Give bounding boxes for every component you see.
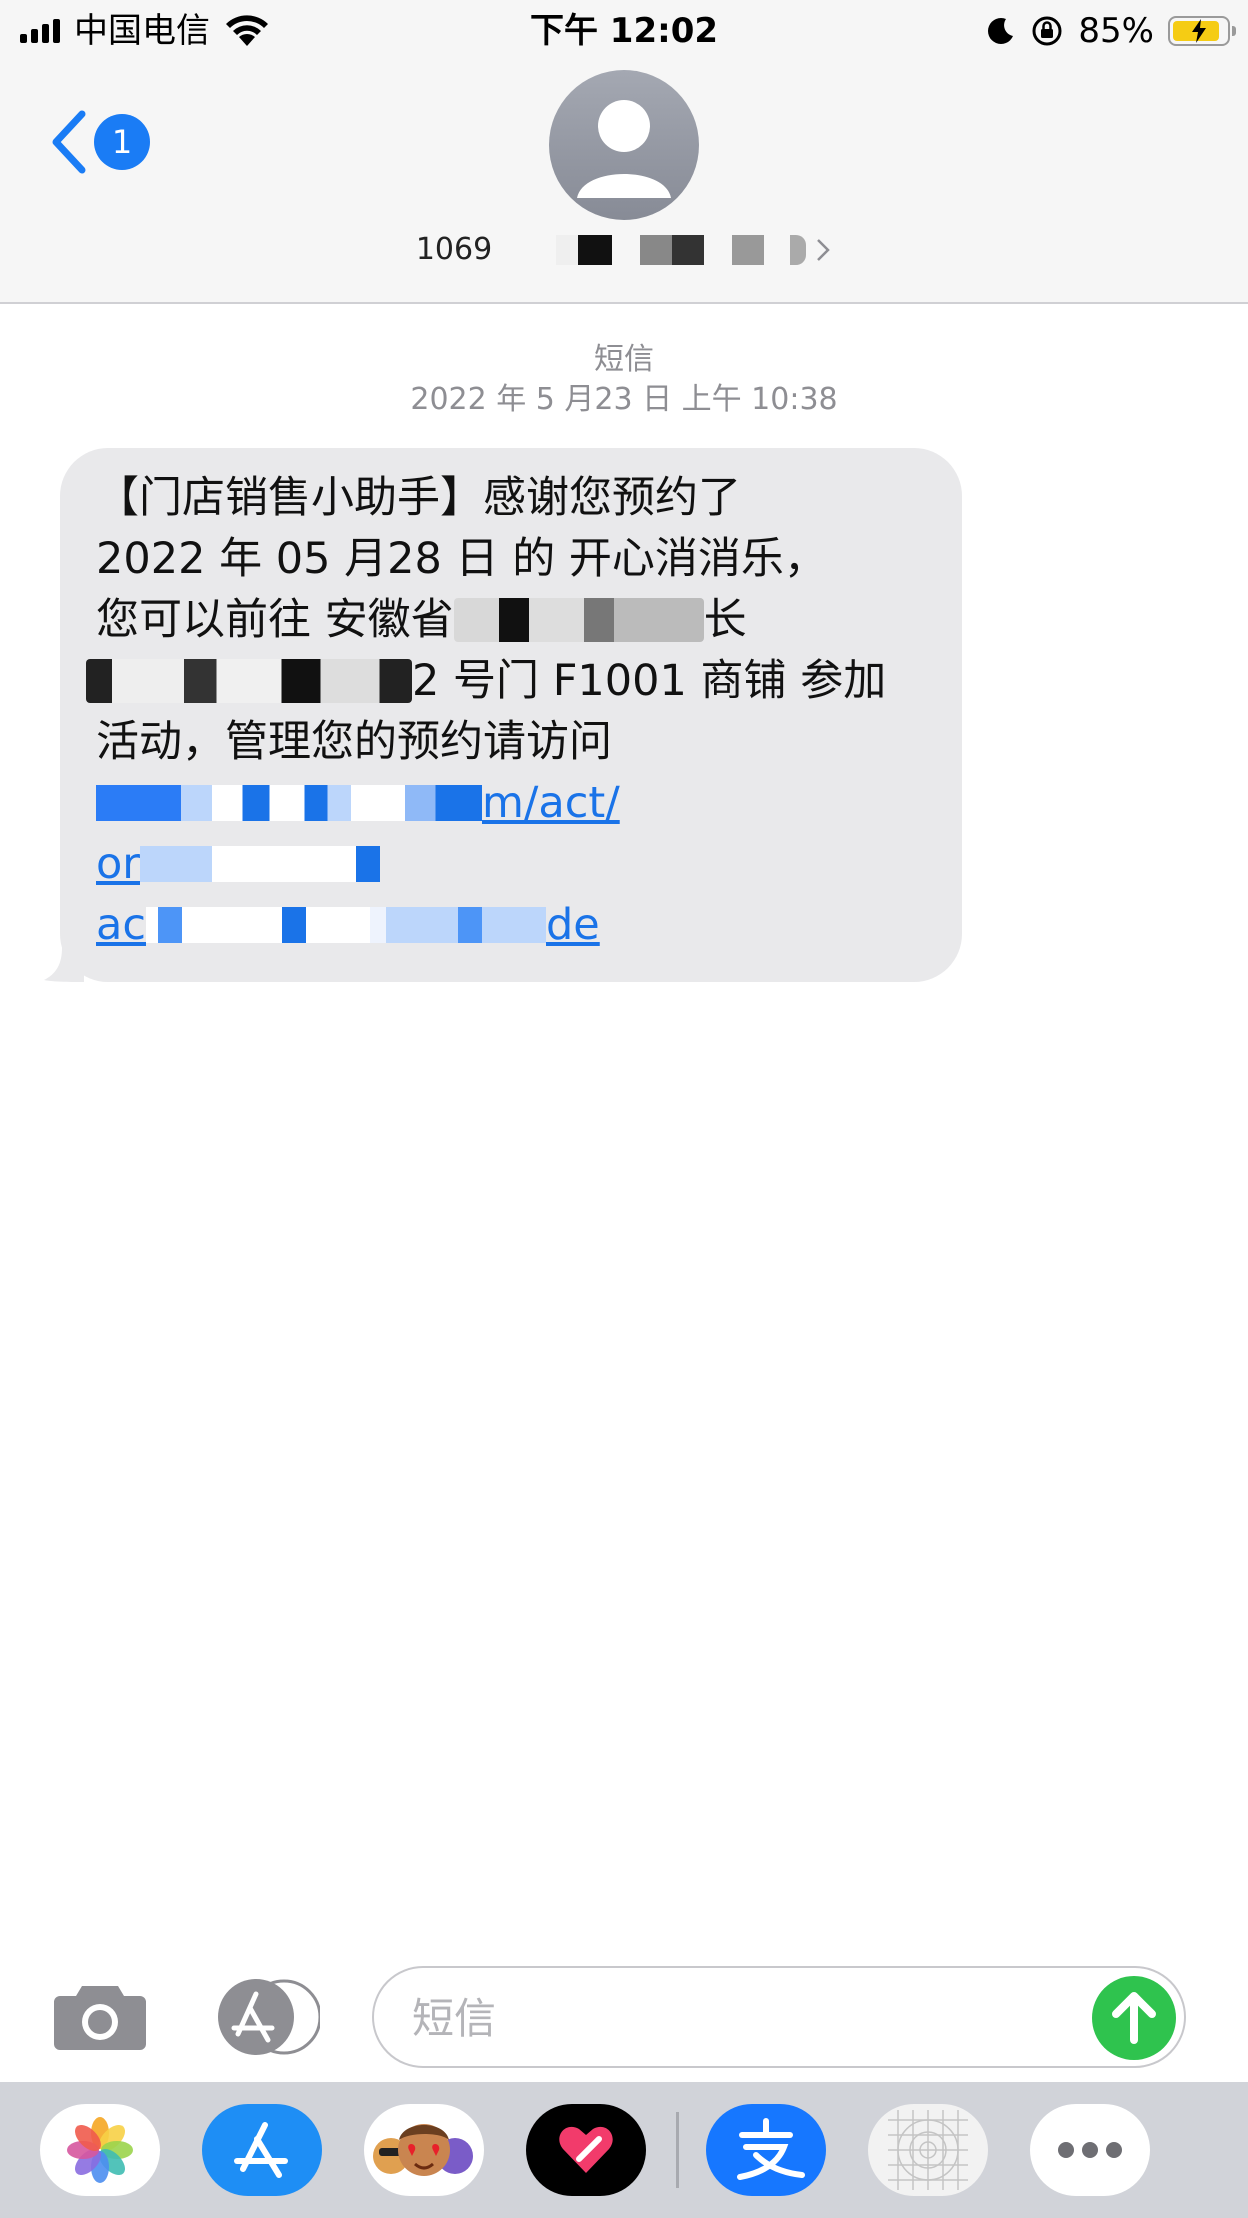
redacted-area bbox=[140, 846, 380, 882]
memoji-app-icon[interactable] bbox=[364, 2104, 484, 2196]
app-store-app-icon[interactable] bbox=[202, 2104, 322, 2196]
person-icon bbox=[577, 100, 671, 198]
battery-percent: 85% bbox=[1078, 11, 1154, 51]
message-timestamp: 2022 年 5 月23 日 上午 10:38 bbox=[410, 382, 838, 417]
imessage-app-drawer bbox=[0, 2082, 1248, 2218]
redacted-area bbox=[96, 785, 482, 821]
message-line: 活动，管理您的预约请访问 bbox=[96, 717, 612, 767]
message-text: 【门店销售小助手】感谢您预约了 2022 年 05 月28 日 的 开心消消乐，… bbox=[86, 468, 926, 956]
incoming-message-bubble[interactable]: 【门店销售小助手】感谢您预约了 2022 年 05 月28 日 的 开心消消乐，… bbox=[60, 448, 962, 982]
status-right: 85% bbox=[986, 10, 1236, 52]
message-input[interactable] bbox=[410, 1986, 1054, 2050]
message-line: 2022 年 05 月28 日 的 开心消消乐， bbox=[96, 534, 827, 584]
digital-touch-app-icon[interactable] bbox=[526, 2104, 646, 2196]
message-line: 2 号门 F1001 商铺 参加 bbox=[86, 651, 926, 712]
rotation-lock-icon bbox=[1032, 16, 1062, 46]
contact-number: 1069 bbox=[415, 232, 493, 267]
message-link[interactable]: m/act/ bbox=[96, 773, 926, 834]
redacted-area bbox=[146, 907, 546, 943]
web-app-icon[interactable] bbox=[868, 2104, 988, 2196]
message-link[interactable]: or bbox=[96, 834, 926, 895]
drawer-divider bbox=[676, 2112, 679, 2188]
unread-badge: 1 bbox=[94, 114, 150, 170]
message-kind-label: 短信 bbox=[594, 342, 654, 377]
redacted-area bbox=[86, 659, 412, 703]
photos-app-icon[interactable] bbox=[40, 2104, 160, 2196]
status-bar: 中国电信 下午 12:02 85% bbox=[0, 0, 1248, 62]
redacted-area bbox=[500, 235, 807, 265]
avatar[interactable] bbox=[549, 70, 699, 220]
arrow-up-icon bbox=[1112, 1992, 1156, 2044]
moon-icon bbox=[988, 18, 1014, 44]
back-button[interactable]: 1 bbox=[48, 110, 150, 174]
battery-charging-icon bbox=[1168, 16, 1236, 46]
message-line: 【门店销售小助手】感谢您预约了 bbox=[96, 473, 741, 523]
send-button[interactable] bbox=[1092, 1976, 1176, 2060]
app-store-icon[interactable] bbox=[210, 1978, 320, 2056]
chevron-left-icon bbox=[52, 110, 86, 174]
camera-icon[interactable] bbox=[52, 1980, 148, 2052]
chevron-right-icon bbox=[817, 239, 830, 261]
redacted-area bbox=[453, 598, 704, 642]
message-line: 您可以前往 安徽省长 bbox=[96, 595, 747, 645]
contact-name[interactable]: 1069 bbox=[0, 230, 1248, 270]
message-link[interactable]: ac de bbox=[96, 895, 926, 956]
message-input-container[interactable] bbox=[372, 1966, 1186, 2068]
more-apps-icon[interactable] bbox=[1030, 2104, 1150, 2196]
conversation-header: 1 1069 bbox=[0, 62, 1248, 304]
alipay-app-icon[interactable] bbox=[706, 2104, 826, 2196]
